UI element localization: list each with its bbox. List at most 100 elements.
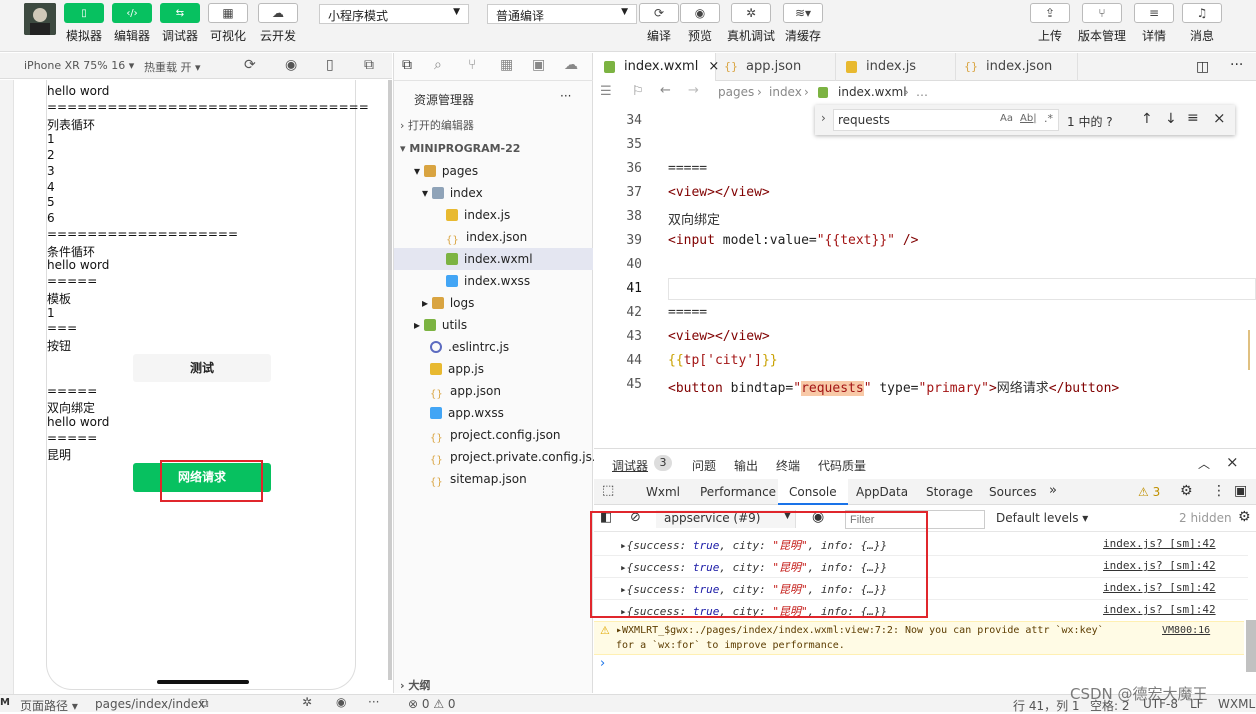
breadcrumb-index[interactable]: index	[769, 85, 802, 99]
hot-reload-select[interactable]: 热重载 开 ▾	[144, 59, 201, 75]
tree-item-app-json[interactable]: {} app.json	[430, 380, 501, 402]
tree-item-project-config[interactable]: {} project.config.json	[430, 424, 561, 446]
bug-icon[interactable]: ✲	[302, 695, 312, 709]
compile-select[interactable]: 普通编译 ▼	[487, 4, 637, 24]
tab-output[interactable]: 输出	[734, 457, 758, 474]
eye-icon[interactable]: ◉	[336, 695, 346, 709]
arrow-down-icon[interactable]: ↓	[1165, 111, 1177, 127]
warning-source-link[interactable]: VM800:16	[1162, 625, 1210, 636]
mode-select[interactable]: 小程序模式 ▼	[319, 4, 469, 24]
code-line[interactable]: <view></view>	[668, 185, 770, 200]
tree-item-app-js[interactable]: app.js	[430, 358, 484, 380]
console-prompt[interactable]: ›	[600, 656, 605, 671]
language-mode[interactable]: WXML	[1218, 697, 1255, 711]
code-line[interactable]: <view></view>	[668, 329, 770, 344]
tab-index-js[interactable]: index.js	[836, 53, 956, 81]
code-line[interactable]: 双向绑定	[668, 209, 720, 228]
more-tabs-icon[interactable]: »	[1049, 483, 1057, 498]
more-icon[interactable]: ···	[560, 89, 571, 103]
code-line[interactable]: <button bindtap="requests" type="primary…	[668, 377, 1119, 396]
warning-count[interactable]: ⚠ 3	[1138, 485, 1160, 499]
code-line[interactable]: <input model:value="{{text}}" />	[668, 233, 918, 248]
tab-performance[interactable]: Performance	[700, 485, 776, 499]
gear-icon[interactable]: ⚙	[1180, 483, 1193, 499]
list-icon[interactable]: ☰	[600, 84, 612, 99]
problems-indicator[interactable]: ⊗ 0 ⚠ 0	[408, 697, 456, 711]
breadcrumb-pages[interactable]: pages	[718, 85, 754, 99]
version-button[interactable]: ⑂ 版本管理	[1076, 3, 1128, 44]
tree-item-pages[interactable]: ▾ pages	[414, 160, 478, 182]
tree-item-index[interactable]: ▾ index	[422, 182, 483, 204]
close-icon[interactable]: ×	[1213, 109, 1226, 127]
tab-storage[interactable]: Storage	[926, 485, 973, 499]
tree-item-logs[interactable]: ▸ logs	[422, 292, 474, 314]
gear-icon[interactable]: ⚙	[1238, 509, 1251, 525]
log-source-link[interactable]: index.js? [sm]:42	[1103, 559, 1216, 572]
tree-item-index-wxss[interactable]: index.wxss	[446, 270, 530, 292]
log-source-link[interactable]: index.js? [sm]:42	[1103, 537, 1216, 550]
clear-cache-button[interactable]: ≋▾ 清缓存	[782, 3, 824, 44]
match-case-icon[interactable]: Aa	[1000, 113, 1013, 124]
tab-index-json[interactable]: {} index.json	[956, 53, 1078, 81]
avatar[interactable]	[24, 3, 56, 35]
record-icon[interactable]: ◉	[285, 57, 297, 73]
files-icon[interactable]: ⧉	[402, 57, 412, 73]
log-source-link[interactable]: index.js? [sm]:42	[1103, 581, 1216, 594]
tab-problems[interactable]: 问题	[692, 457, 716, 474]
bookmark-icon[interactable]: ⚐	[632, 84, 644, 99]
console-scrollbar[interactable]	[1246, 620, 1256, 672]
sim-scrollbar[interactable]	[388, 80, 392, 680]
whole-word-icon[interactable]: Ab|	[1020, 113, 1037, 124]
kebab-menu-icon[interactable]: ⋮	[1212, 483, 1226, 499]
project-section[interactable]: ▾ MINIPROGRAM-22	[400, 138, 520, 160]
upload-button[interactable]: ⇪ 上传	[1029, 3, 1071, 44]
code-line[interactable]: =====	[668, 305, 707, 320]
chevron-up-icon[interactable]: ︿	[1198, 455, 1210, 472]
tab-sources[interactable]: Sources	[989, 485, 1036, 499]
debugger-button[interactable]: ⇆ 调试器	[159, 3, 201, 44]
chevron-right-icon[interactable]: ›	[821, 111, 826, 125]
compile-button[interactable]: ⟳ 编译	[638, 3, 680, 44]
remote-debug-button[interactable]: ✲ 真机调试	[723, 3, 779, 44]
device-select[interactable]: iPhone XR 75% 16 ▾	[24, 59, 134, 72]
more-icon[interactable]: ···	[1230, 57, 1243, 73]
tree-item-app-wxss[interactable]: app.wxss	[430, 402, 504, 424]
test-button[interactable]: 测试	[133, 354, 271, 382]
open-editors-section[interactable]: › 打开的编辑器	[400, 115, 474, 137]
log-source-link[interactable]: index.js? [sm]:42	[1103, 603, 1216, 616]
page-path-select[interactable]: 页面路径 ▾	[20, 697, 78, 714]
log-levels-select[interactable]: Default levels ▾	[996, 511, 1088, 525]
breadcrumb-file[interactable]: index.wxml	[838, 85, 907, 99]
tab-code-quality[interactable]: 代码质量	[818, 457, 866, 474]
phone-icon[interactable]: ▯	[326, 57, 334, 73]
debug-icon[interactable]: ▣	[532, 57, 545, 73]
tab-debugger[interactable]: 调试器	[612, 457, 648, 474]
tree-item-eslintrc[interactable]: .eslintrc.js	[430, 336, 509, 358]
code-line[interactable]: {{tp['city']}}	[668, 353, 778, 368]
refresh-icon[interactable]: ⟳	[244, 57, 256, 73]
cloud-button[interactable]: ☁ 云开发	[257, 3, 299, 44]
back-icon[interactable]: ←	[660, 83, 671, 98]
tree-item-index-json[interactable]: {} index.json	[446, 226, 527, 248]
tree-item-index-js[interactable]: index.js	[446, 204, 510, 226]
copy-icon[interactable]: ⧉	[200, 696, 209, 711]
simulator-button[interactable]: ▯ 模拟器	[63, 3, 105, 44]
search-icon[interactable]: ⌕	[434, 57, 442, 73]
visual-button[interactable]: ▦ 可视化	[207, 3, 249, 44]
messages-button[interactable]: ♫ 消息	[1181, 3, 1223, 44]
branch-icon[interactable]: ⑂	[468, 57, 476, 73]
selection-icon[interactable]: ≡	[1187, 110, 1199, 126]
page-path[interactable]: pages/index/index	[95, 697, 205, 711]
extensions-icon[interactable]: ▦	[500, 57, 513, 73]
tree-item-index-wxml[interactable]: index.wxml	[394, 248, 593, 270]
tree-item-utils[interactable]: ▸ utils	[414, 314, 467, 336]
regex-icon[interactable]: .*	[1044, 112, 1053, 125]
tab-appdata[interactable]: AppData	[856, 485, 908, 499]
find-input[interactable]: requests Aa Ab| .*	[833, 109, 1059, 131]
more-icon[interactable]: ···	[368, 695, 379, 709]
code-line[interactable]: =====	[668, 161, 707, 176]
console-warning[interactable]: ⚠ ▸WXMLRT_$gwx:./pages/index/index.wxml:…	[594, 621, 1244, 655]
dock-icon[interactable]: ▣	[1234, 483, 1247, 499]
split-editor-icon[interactable]: ◫	[1196, 59, 1209, 75]
tab-wxml[interactable]: Wxml	[646, 485, 680, 499]
